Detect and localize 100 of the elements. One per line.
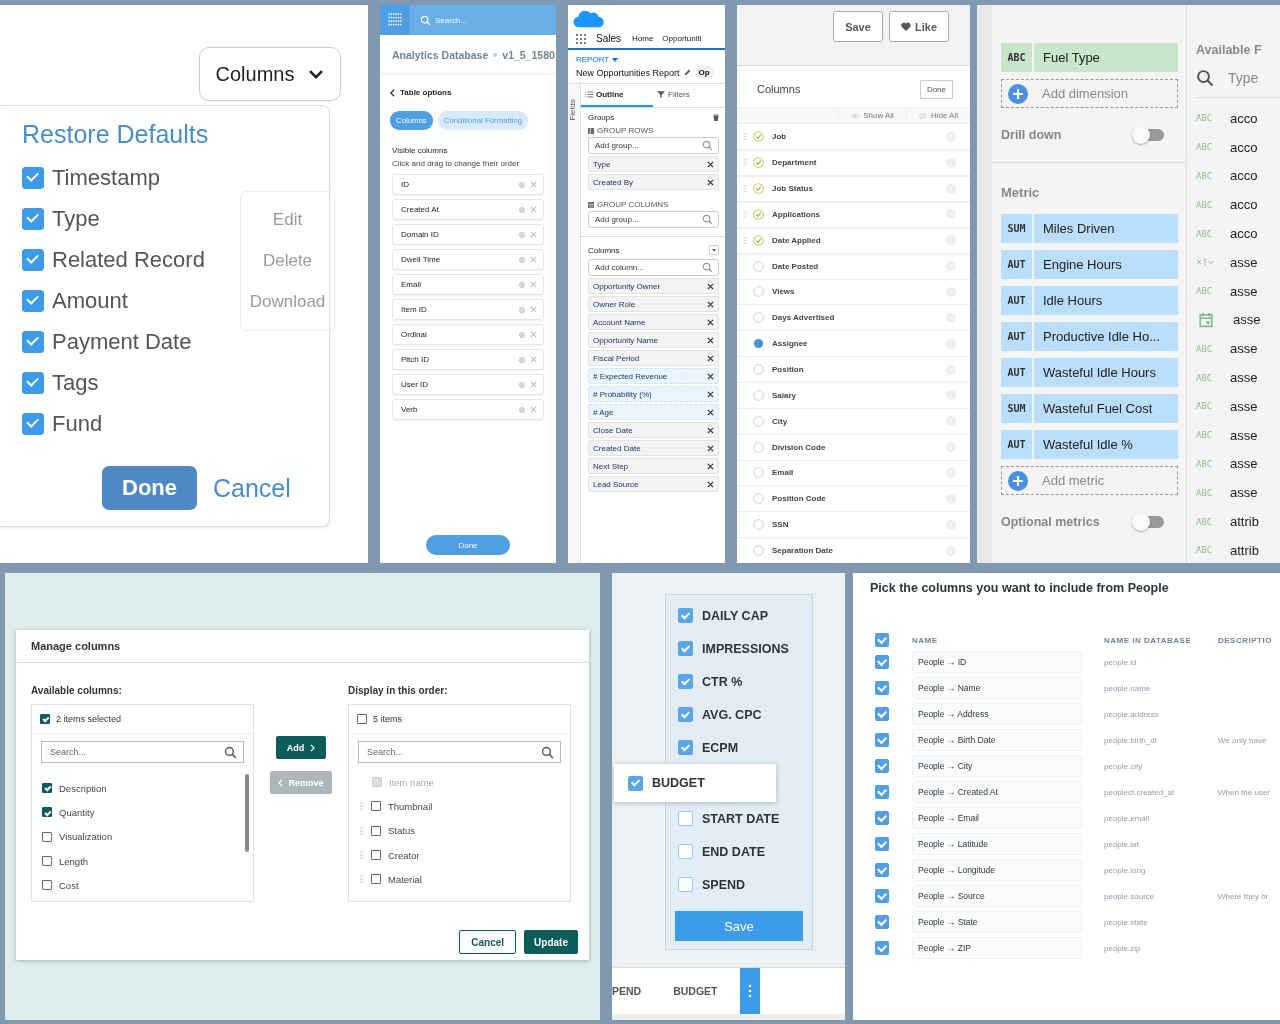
- column-row[interactable]: Date Posted: [737, 253, 970, 280]
- checkbox[interactable]: [22, 412, 44, 435]
- hide-all-button[interactable]: Hide All: [905, 107, 970, 124]
- column-item[interactable]: Email: [392, 274, 544, 295]
- field-name[interactable]: asse: [1230, 427, 1258, 443]
- column-row[interactable]: Date Applied: [737, 227, 970, 254]
- column-item[interactable]: Item ID: [392, 299, 544, 320]
- checkbox[interactable]: [875, 681, 889, 695]
- checkbox[interactable]: [42, 856, 52, 867]
- column-chip[interactable]: Fiscal Period: [588, 350, 719, 366]
- check-circle-icon[interactable]: [753, 234, 764, 246]
- close-icon[interactable]: [707, 408, 714, 416]
- drag-handle-icon[interactable]: [359, 875, 364, 884]
- checkbox[interactable]: [678, 877, 693, 892]
- column-item[interactable]: END DATE: [666, 835, 812, 868]
- column-row[interactable]: Department: [737, 150, 970, 177]
- field-name[interactable]: asse: [1230, 370, 1258, 386]
- group-chip[interactable]: Created By: [588, 174, 719, 190]
- checkbox[interactable]: [40, 714, 50, 724]
- field-name[interactable]: acco: [1230, 168, 1258, 184]
- checkbox[interactable]: [371, 825, 381, 836]
- empty-circle-icon[interactable]: [753, 441, 764, 453]
- checkbox[interactable]: [22, 289, 44, 312]
- gear-icon[interactable]: [518, 355, 526, 364]
- close-icon[interactable]: [707, 426, 714, 434]
- checkbox[interactable]: [875, 785, 889, 799]
- column-name-field[interactable]: People → Latitude: [912, 833, 1082, 855]
- checkbox[interactable]: [875, 863, 889, 877]
- column-item[interactable]: Dwell Time: [392, 249, 544, 270]
- field-name[interactable]: attrib: [1230, 514, 1259, 530]
- columns-dropdown-button[interactable]: Columns: [199, 47, 341, 101]
- back-chevron-icon[interactable]: [390, 88, 395, 97]
- gear-icon[interactable]: [518, 205, 526, 214]
- add-button[interactable]: Add: [275, 736, 327, 759]
- checkbox[interactable]: [875, 837, 889, 851]
- column-row[interactable]: Position Code: [737, 486, 970, 513]
- breadcrumb-table[interactable]: v1_5_1580: [502, 49, 555, 61]
- close-icon[interactable]: [707, 336, 714, 344]
- close-icon[interactable]: [707, 300, 714, 308]
- column-row[interactable]: Assignee: [737, 331, 970, 358]
- column-name-field[interactable]: People → Created At: [912, 781, 1082, 803]
- nav-tab[interactable]: Opportuniti: [662, 34, 702, 43]
- field-name[interactable]: asse: [1230, 398, 1258, 414]
- gear-icon[interactable]: [518, 280, 526, 289]
- checkbox[interactable]: [42, 880, 52, 891]
- close-icon[interactable]: [707, 318, 714, 326]
- field-name[interactable]: acco: [1230, 139, 1258, 155]
- column-row[interactable]: Position: [737, 357, 970, 383]
- checkbox[interactable]: [371, 801, 381, 812]
- metric-chip[interactable]: AUT Wasteful Idle %: [1001, 430, 1178, 459]
- column-item[interactable]: ID: [392, 174, 544, 195]
- close-icon[interactable]: [707, 178, 714, 186]
- kebab-menu-button[interactable]: [739, 968, 760, 1014]
- empty-circle-icon[interactable]: [753, 467, 764, 479]
- column-item[interactable]: Created At: [392, 199, 544, 220]
- tab[interactable]: Filters: [653, 84, 725, 107]
- column-name-field[interactable]: People → State: [912, 911, 1082, 933]
- drag-handle-icon[interactable]: [359, 826, 364, 835]
- column-item[interactable]: IMPRESSIONS: [666, 632, 812, 665]
- column-name-field[interactable]: People → Source: [912, 885, 1082, 907]
- report-type-label[interactable]: REPORT: [576, 55, 610, 64]
- close-icon[interactable]: [707, 282, 714, 290]
- checkbox[interactable]: [22, 207, 44, 230]
- checkbox[interactable]: [875, 941, 889, 955]
- empty-circle-icon[interactable]: [753, 364, 764, 376]
- gear-icon[interactable]: [518, 180, 526, 189]
- checkbox[interactable]: [875, 707, 889, 721]
- column-row[interactable]: Applications: [737, 201, 970, 228]
- drag-handle-icon[interactable]: [359, 851, 364, 860]
- done-button[interactable]: Done: [919, 79, 953, 99]
- pill-button[interactable]: Op: [694, 66, 714, 79]
- column-row[interactable]: SSN: [737, 512, 970, 539]
- dimension-chip[interactable]: ABC Fuel Type: [1001, 43, 1178, 72]
- radio-dot-icon[interactable]: [753, 338, 764, 350]
- pencil-icon[interactable]: [683, 69, 691, 76]
- column-name-field[interactable]: People → ID: [912, 651, 1082, 673]
- show-all-button[interactable]: Show All: [838, 107, 906, 124]
- close-icon[interactable]: [707, 160, 714, 168]
- column-name-field[interactable]: People → Birth Date: [912, 729, 1082, 751]
- checkbox[interactable]: [371, 850, 381, 861]
- metric-chip[interactable]: SUM Miles Driven: [1001, 214, 1178, 243]
- close-icon[interactable]: [707, 480, 714, 488]
- add-group-field[interactable]: Add group...: [588, 137, 719, 154]
- empty-circle-icon[interactable]: [753, 312, 764, 324]
- checkbox[interactable]: [371, 874, 381, 885]
- search-field[interactable]: Search...: [41, 741, 244, 763]
- checkbox[interactable]: [678, 674, 693, 689]
- checkbox[interactable]: [875, 889, 889, 903]
- cancel-button[interactable]: Cancel: [459, 930, 517, 954]
- empty-circle-icon[interactable]: [753, 286, 764, 298]
- column-name-field[interactable]: People → City: [912, 755, 1082, 777]
- column-item[interactable]: Pitch ID: [392, 349, 544, 370]
- checkbox[interactable]: [22, 330, 44, 353]
- column-item[interactable]: START DATE: [666, 802, 812, 835]
- add-group-field[interactable]: Add group...: [588, 211, 719, 228]
- column-row[interactable]: Separation Date: [737, 538, 970, 563]
- checkbox[interactable]: [678, 740, 693, 755]
- field-name[interactable]: acco: [1230, 197, 1258, 213]
- field-name[interactable]: asse: [1230, 456, 1258, 472]
- metric-chip[interactable]: AUT Idle Hours: [1001, 286, 1178, 315]
